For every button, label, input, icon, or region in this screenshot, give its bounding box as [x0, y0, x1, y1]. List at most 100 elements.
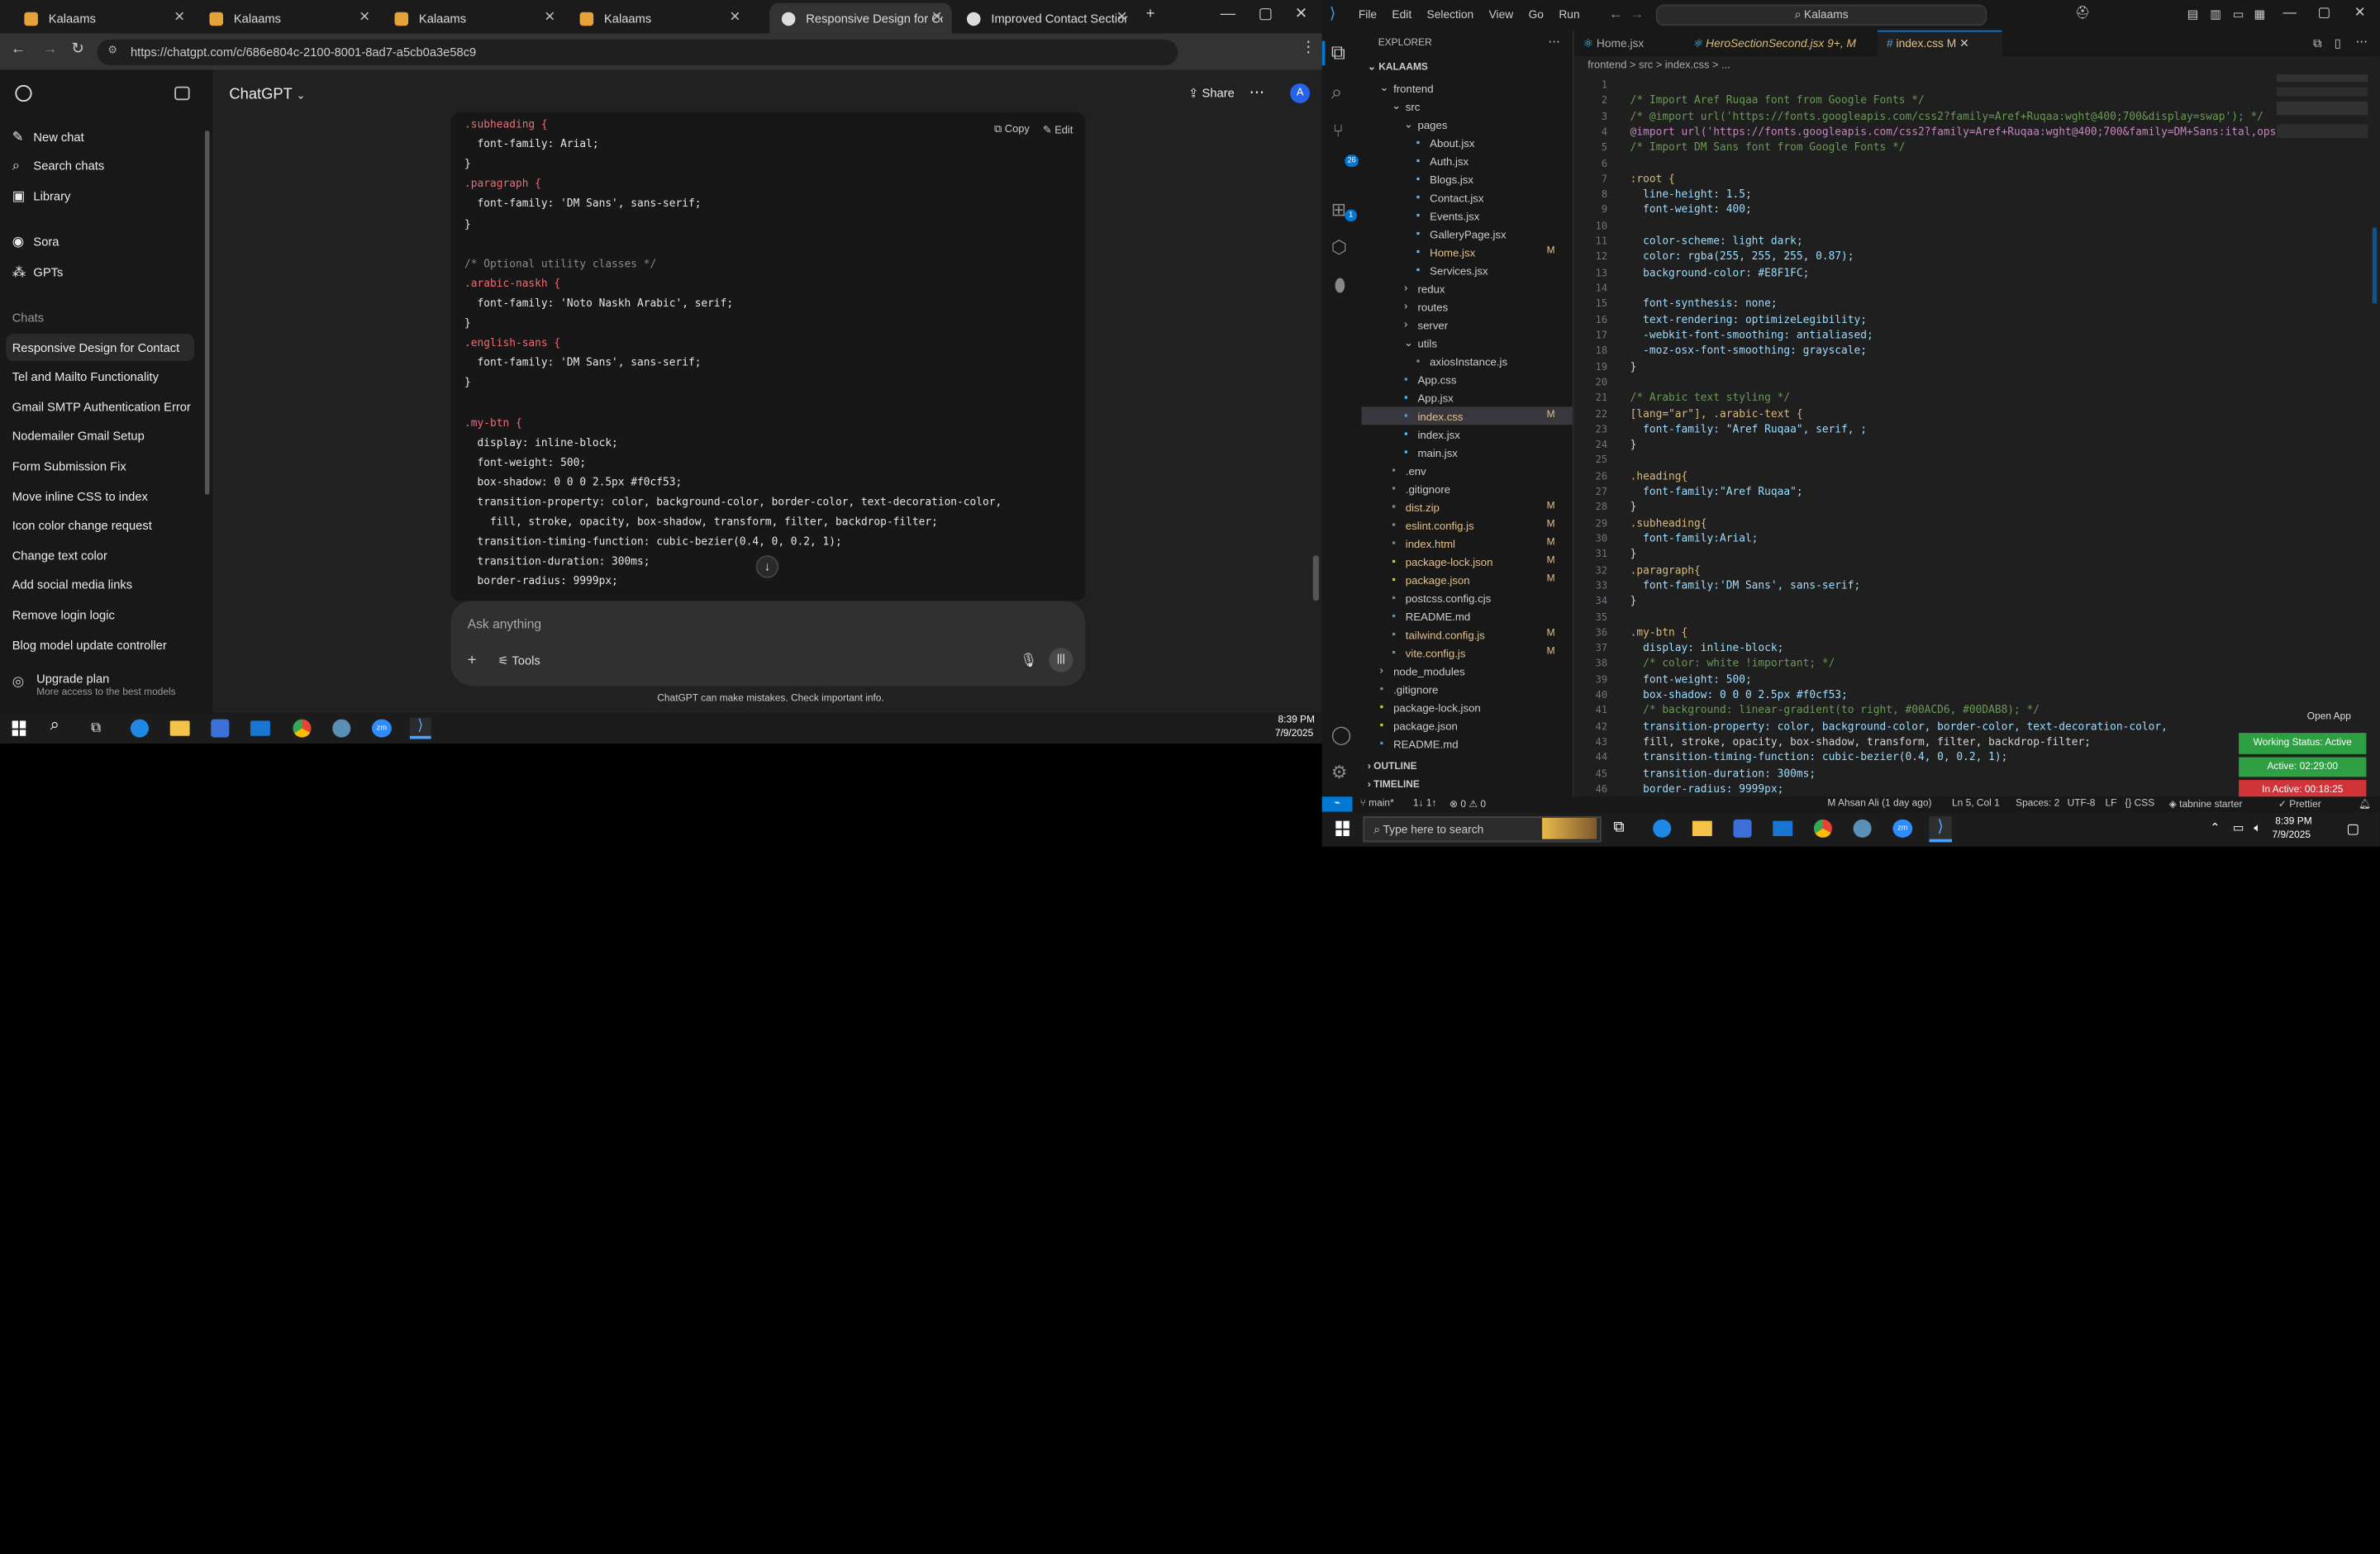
- code-line[interactable]: /* Arabic text styling */: [1630, 390, 1791, 405]
- tree-item[interactable]: ▪ dist.zip: [1392, 497, 1440, 516]
- site-info-icon[interactable]: ⚙: [107, 44, 117, 56]
- browser-tab[interactable]: Improved Contact Section St✕: [954, 3, 1136, 34]
- volume-icon[interactable]: 🔈︎: [2254, 821, 2261, 836]
- remote-indicator-icon[interactable]: ⌁: [1321, 796, 1353, 812]
- network-icon[interactable]: ▭: [2233, 821, 2244, 835]
- tree-item[interactable]: ⌄ pages: [1404, 116, 1448, 134]
- prompt-input[interactable]: Ask anything: [468, 616, 541, 631]
- outline-section[interactable]: › OUTLINE: [1368, 762, 1417, 772]
- minimize-icon[interactable]: —: [1221, 6, 1235, 22]
- extensions-icon[interactable]: ⊞: [1331, 199, 1346, 221]
- code-line[interactable]: fill, stroke, opacity, box-shadow, trans…: [1630, 734, 2091, 749]
- edge-icon[interactable]: [130, 719, 149, 738]
- code-line[interactable]: /* Import DM Sans font from Google Fonts…: [1630, 140, 1906, 154]
- code-line[interactable]: }: [1630, 359, 1637, 374]
- tabnine-status[interactable]: ◈ tabnine starter: [2169, 798, 2243, 810]
- code-line[interactable]: font-family:"Aref Ruqaa";: [1630, 484, 1803, 499]
- tree-item[interactable]: › node_modules: [1380, 662, 1465, 680]
- code-line[interactable]: -webkit-font-smoothing: antialiased;: [1630, 328, 1873, 343]
- problems-status[interactable]: ⊗ 0 ⚠ 0: [1449, 798, 1486, 810]
- sync-status[interactable]: 1↓ 1↑: [1413, 798, 1437, 809]
- tree-item[interactable]: ▪ index.jsx: [1404, 425, 1460, 443]
- git-blame[interactable]: M Ahsan Ali (1 day ago): [1827, 798, 1931, 809]
- chat-history-item[interactable]: Add social media links: [12, 572, 201, 599]
- breadcrumb[interactable]: frontend > src > index.css > ...: [1587, 60, 1730, 71]
- tree-item[interactable]: ⌄ utils: [1404, 334, 1437, 352]
- indentation-status[interactable]: Spaces: 2: [2016, 798, 2059, 809]
- layout-toggle-icon[interactable]: ▤: [2187, 7, 2199, 21]
- search-icon[interactable]: ⌕: [1331, 80, 1342, 104]
- tree-item[interactable]: ▪ Services.jsx: [1416, 261, 1488, 279]
- settings-gear-icon[interactable]: ⚙: [1331, 762, 1348, 783]
- tree-item[interactable]: ▪ .gitignore: [1392, 479, 1450, 497]
- code-line[interactable]: .subheading{: [1630, 516, 1707, 530]
- code-line[interactable]: font-weight: 400;: [1630, 202, 1752, 217]
- tree-item[interactable]: ▪ package-lock.json: [1392, 553, 1492, 571]
- copilot-icon[interactable]: ⛑: [2075, 6, 2091, 20]
- minimap[interactable]: [2277, 74, 2368, 166]
- edge-icon[interactable]: [1653, 819, 1672, 838]
- chat-history-item[interactable]: Icon color change request: [12, 512, 201, 539]
- chat-scrollbar[interactable]: [1312, 555, 1320, 601]
- close-icon[interactable]: ✕: [544, 9, 555, 26]
- app-icon[interactable]: [332, 719, 351, 738]
- user-avatar[interactable]: A: [1290, 83, 1311, 103]
- tree-item[interactable]: ⌄ src: [1392, 97, 1420, 116]
- tree-item[interactable]: ▪ Auth.jsx: [1416, 152, 1469, 170]
- code-line[interactable]: :root {: [1630, 171, 1675, 186]
- prettier-status[interactable]: ✓ Prettier: [2278, 798, 2321, 810]
- browser-tab[interactable]: Kalaams ✕: [198, 3, 379, 34]
- code-line[interactable]: box-shadow: 0 0 0 2.5px #f0cf53;: [1630, 687, 1848, 702]
- code-line[interactable]: color-scheme: light dark;: [1630, 234, 1803, 249]
- model-selector[interactable]: ChatGPT ⌄: [229, 87, 305, 103]
- code-line[interactable]: font-family:'DM Sans', sans-serif;: [1630, 578, 1860, 593]
- code-line[interactable]: line-height: 1.5;: [1630, 187, 1752, 202]
- task-view-icon[interactable]: ⧉: [91, 720, 101, 736]
- eol-status[interactable]: LF: [2106, 798, 2117, 809]
- close-icon[interactable]: ✕: [174, 9, 185, 26]
- openai-logo-icon[interactable]: [15, 84, 32, 102]
- chat-history-item[interactable]: Responsive Design for Contact: [6, 334, 195, 362]
- tree-item[interactable]: ▪ Events.jsx: [1416, 207, 1480, 225]
- chat-history-item[interactable]: Nodemailer Gmail Setup: [12, 423, 201, 450]
- browser-tab-active[interactable]: Responsive Design for Conta✕: [769, 2, 952, 34]
- menu-item[interactable]: Go: [1529, 7, 1544, 21]
- browser-tab[interactable]: Kalaams ✕: [383, 3, 564, 34]
- tree-item[interactable]: ▪ .env: [1392, 461, 1426, 479]
- editor-tab[interactable]: ⚛ Home.jsx: [1583, 36, 1645, 50]
- code-line[interactable]: font-family:Arial;: [1630, 531, 1758, 546]
- menu-item[interactable]: View: [1489, 7, 1514, 21]
- sidebar-toggle-icon[interactable]: [174, 86, 190, 101]
- store-icon[interactable]: [1733, 819, 1752, 838]
- chat-history-item[interactable]: Tel and Mailto Functionality: [12, 364, 201, 391]
- notification-center-icon[interactable]: ▢: [2347, 821, 2360, 838]
- panel-toggle-icon[interactable]: ▭: [2233, 7, 2244, 21]
- code-line[interactable]: }: [1630, 437, 1637, 452]
- code-line[interactable]: transition-property: color, background-c…: [1630, 719, 2168, 734]
- tree-item[interactable]: ▪ Contact.jsx: [1416, 188, 1484, 207]
- reload-icon[interactable]: ↻: [71, 41, 83, 58]
- microphone-icon[interactable]: 🎙︎: [1020, 653, 1037, 669]
- task-view-icon[interactable]: ⧉: [1613, 820, 1624, 836]
- chat-history-item[interactable]: Gmail SMTP Authentication Error: [12, 393, 201, 421]
- tree-item[interactable]: ▪ .gitignore: [1380, 680, 1439, 698]
- timeline-section[interactable]: › TIMELINE: [1368, 780, 1420, 791]
- code-line[interactable]: [lang="ar"], .arabic-text {: [1630, 406, 1803, 421]
- chrome-icon[interactable]: [293, 719, 312, 738]
- close-icon[interactable]: ✕: [1959, 36, 1969, 50]
- code-line[interactable]: display: inline-block;: [1630, 640, 1783, 655]
- nav-search-chats[interactable]: ⌕ Search chats: [12, 152, 201, 179]
- new-tab-icon[interactable]: +: [1146, 6, 1155, 22]
- chat-history-item[interactable]: Form Submission Fix: [12, 453, 201, 480]
- editor-scrollbar[interactable]: [2372, 227, 2378, 304]
- code-line[interactable]: background-color: #E8F1FC;: [1630, 265, 1809, 280]
- forward-icon[interactable]: →: [42, 41, 57, 58]
- tree-item[interactable]: ▪ Blogs.jsx: [1416, 170, 1473, 188]
- code-line[interactable]: transition-timing-function: cubic-bezier…: [1630, 750, 2007, 765]
- minimize-icon[interactable]: —: [2282, 5, 2297, 20]
- tree-item[interactable]: ▪ eslint.config.js: [1392, 516, 1473, 534]
- tree-item[interactable]: › routes: [1404, 297, 1448, 316]
- maximize-icon[interactable]: ▢: [2318, 5, 2331, 21]
- sidebar-toggle-icon[interactable]: ▥: [2210, 7, 2221, 21]
- voice-mode-icon[interactable]: |||: [1049, 648, 1073, 672]
